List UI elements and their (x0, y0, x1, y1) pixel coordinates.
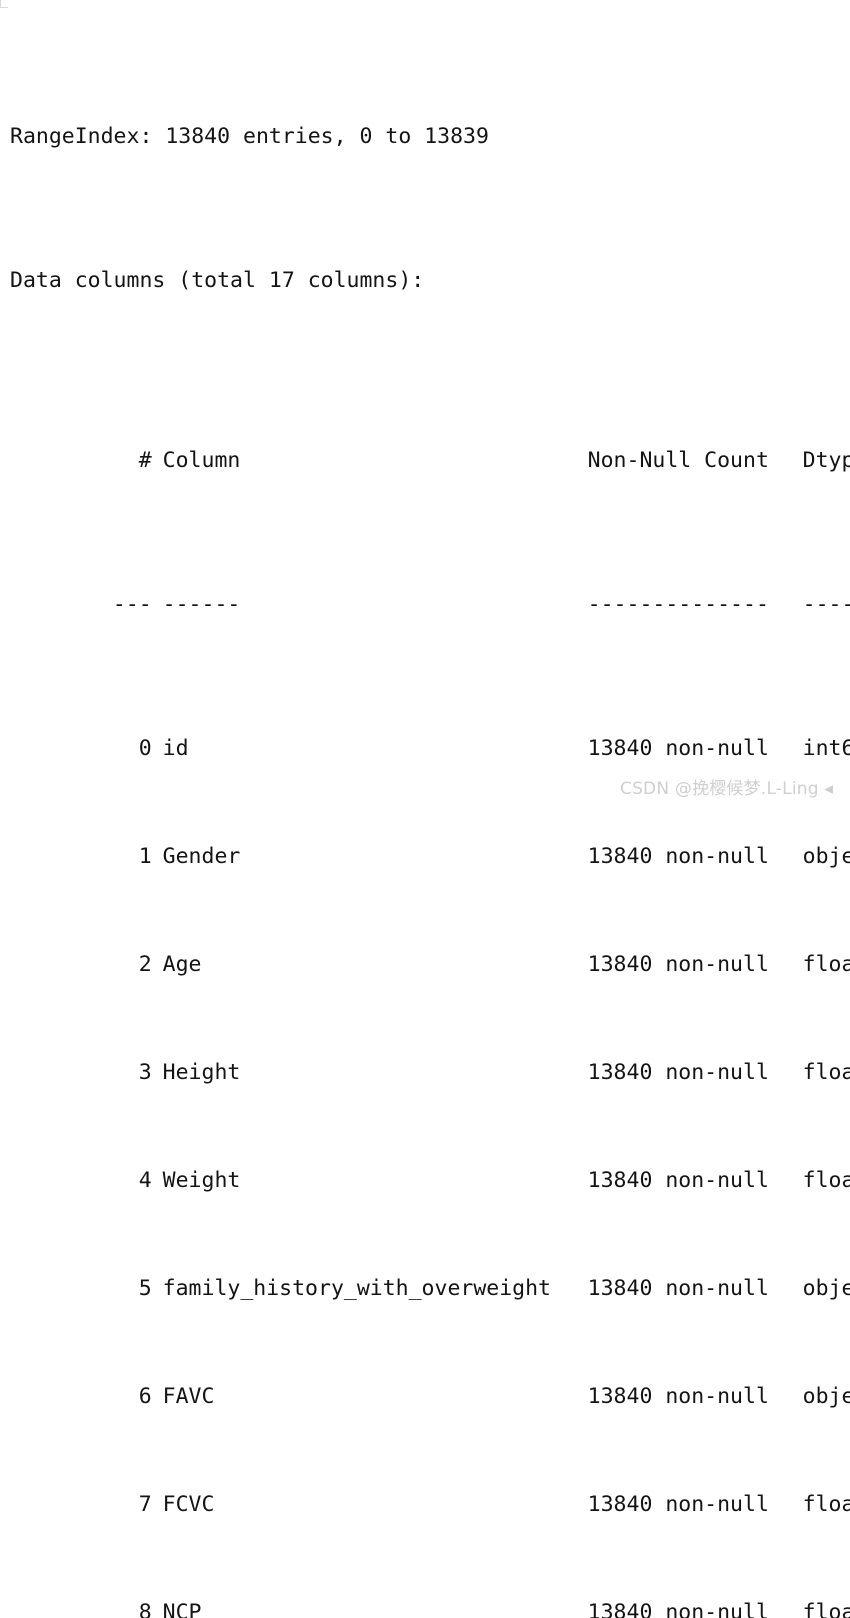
row-dtype: float64 (802, 1060, 850, 1085)
table-row: 0 id 13840 non-null int64 (10, 695, 850, 761)
table-row: 5 family_history_with_overweight 13840 non… (10, 1235, 850, 1301)
row-non-null-count: 13840 non-null (587, 1492, 769, 1517)
range-index-line: RangeIndex: 13840 entries, 0 to 13839 (10, 124, 489, 149)
row-index: 5 (138, 1276, 152, 1301)
row-column-name: Height (162, 1060, 241, 1085)
table-row: 1 Gender 13840 non-null object (10, 803, 850, 869)
row-column-name: Age (162, 952, 202, 977)
row-dtype: float64 (802, 1168, 850, 1193)
header-dtype: Dtype (802, 448, 850, 473)
header-column: Column (162, 448, 241, 473)
row-non-null-count: 13840 non-null (587, 1168, 769, 1193)
row-non-null-count: 13840 non-null (587, 952, 769, 977)
table-row: 6 FAVC 13840 non-null object (10, 1343, 850, 1409)
table-row: 2 Age 13840 non-null float64 (10, 911, 850, 977)
row-column-name: FCVC (162, 1492, 215, 1517)
row-index: 0 (138, 736, 152, 761)
row-column-name: Weight (162, 1168, 241, 1193)
header-non-null-count: Non-Null Count (587, 448, 769, 473)
row-index: 4 (138, 1168, 152, 1193)
row-dtype: float64 (802, 1600, 850, 1618)
row-non-null-count: 13840 non-null (587, 1276, 769, 1301)
row-dtype: float64 (802, 952, 850, 977)
rule-dtype: ----- (802, 592, 850, 617)
table-rule-row: ---------------------------- (10, 551, 850, 617)
table-header-row: # Column Non-Null Count Dtype (10, 407, 850, 473)
row-column-name: family_history_with_overweight (162, 1276, 551, 1301)
row-index: 6 (138, 1384, 152, 1409)
row-dtype: int64 (802, 736, 850, 761)
header-index: # (138, 448, 152, 473)
row-non-null-count: 13840 non-null (587, 1060, 769, 1085)
row-column-name: id (162, 736, 189, 761)
row-index: 2 (138, 952, 152, 977)
row-non-null-count: 13840 non-null (587, 736, 769, 761)
dataframe-info-output: RangeIndex: 13840 entries, 0 to 13839 Da… (10, 11, 850, 1618)
row-non-null-count: 13840 non-null (587, 844, 769, 869)
row-dtype: object (802, 1276, 850, 1301)
table-row: 4 Weight 13840 non-null float64 (10, 1127, 850, 1193)
table-row: 7 FCVC 13840 non-null float64 (10, 1451, 850, 1517)
row-index: 7 (138, 1492, 152, 1517)
console-output-screen: RangeIndex: 13840 entries, 0 to 13839 Da… (0, 0, 850, 1618)
row-dtype: object (802, 844, 850, 869)
row-column-name: NCP (162, 1600, 202, 1618)
data-columns-line: Data columns (total 17 columns): (10, 268, 425, 293)
row-dtype: float64 (802, 1492, 850, 1517)
rule-index: --- (112, 592, 152, 617)
rule-non-null-count: -------------- (587, 592, 769, 617)
row-dtype: object (802, 1384, 850, 1409)
row-index: 1 (138, 844, 152, 869)
row-index: 8 (138, 1600, 152, 1618)
crop-corner-artifact (0, 0, 8, 8)
row-column-name: Gender (162, 844, 241, 869)
row-non-null-count: 13840 non-null (587, 1600, 769, 1618)
rule-column: ------ (162, 592, 241, 617)
row-column-name: FAVC (162, 1384, 215, 1409)
table-row: 3 Height 13840 non-null float64 (10, 1019, 850, 1085)
row-index: 3 (138, 1060, 152, 1085)
row-non-null-count: 13840 non-null (587, 1384, 769, 1409)
table-row: 8 NCP 13840 non-null float64 (10, 1559, 850, 1618)
